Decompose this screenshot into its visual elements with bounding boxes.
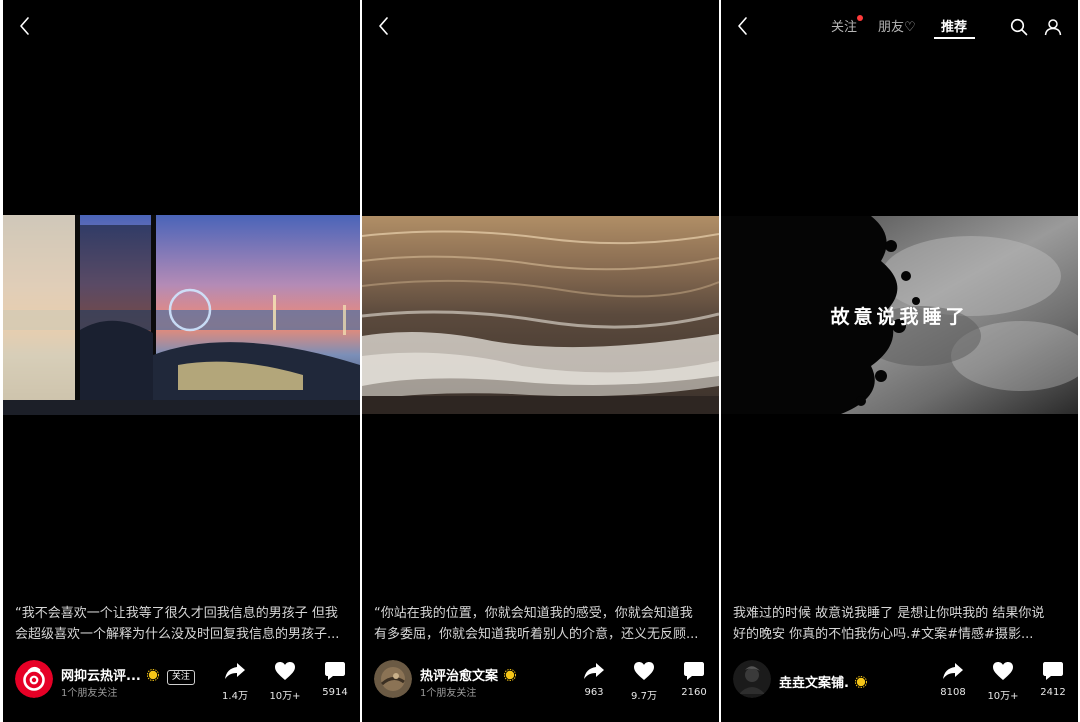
verified-badge-icon: [503, 668, 517, 682]
comment-button[interactable]: 2160: [669, 660, 719, 698]
share-arrow-icon: [928, 660, 978, 682]
author-name-text: 网抑云热评...: [61, 669, 141, 684]
action-bar: 1.4万 10万+ 5914: [210, 660, 360, 704]
video-panel-3[interactable]: 关注 朋友♡ 推荐 故意说我睡了 我难过的时候 故意说我睡了 是想让你哄我的 结…: [721, 0, 1078, 722]
description-line-2: 会超级喜欢一个解释为什么没及时回复我信息的男孩子...: [15, 627, 340, 642]
avatar[interactable]: [374, 660, 412, 698]
like-button[interactable]: 10万+: [978, 660, 1028, 702]
description-line-1: “我不会喜欢一个让我等了很久才回我信息的男孩子 但我: [15, 606, 338, 621]
share-arrow-icon: [210, 660, 260, 682]
comment-count: 2412: [1040, 687, 1066, 698]
profile-icon[interactable]: [1044, 18, 1062, 36]
share-arrow-icon: [569, 660, 619, 682]
author-name[interactable]: 垚垚文案铺.: [779, 672, 868, 691]
comment-bubble-icon: [310, 660, 360, 682]
active-tab-underline: [934, 37, 975, 39]
action-bar: 8108 10万+ 2412: [928, 660, 1078, 704]
comment-count: 5914: [322, 687, 348, 698]
tab-follow[interactable]: 关注: [831, 16, 857, 35]
heart-icon: [260, 660, 310, 682]
comment-bubble-icon: [669, 660, 719, 682]
notification-dot: [857, 15, 863, 21]
description-line-2: 有多委屈，你就会知道我听着别人的介意，还义无反顾...: [374, 627, 699, 642]
share-count: 963: [584, 687, 604, 698]
video-frame-sunset-window[interactable]: [3, 215, 360, 415]
heart-icon: [978, 660, 1028, 682]
video-panel-1[interactable]: “我不会喜欢一个让我等了很久才回我信息的男孩子 但我 会超级喜欢一个解释为什么没…: [3, 0, 360, 722]
author-name[interactable]: 热评治愈文案: [420, 665, 517, 684]
friends-followed-text: 1个朋友关注: [420, 688, 477, 699]
top-navigation: 关注 朋友♡ 推荐: [721, 15, 1078, 40]
heart-icon: [619, 660, 669, 682]
share-button[interactable]: 1.4万: [210, 660, 260, 702]
comment-button[interactable]: 2412: [1028, 660, 1078, 698]
video-description[interactable]: 我难过的时候 故意说我睡了 是想让你哄我的 结果你说 好的晚安 你真的不怕我伤心…: [733, 603, 1069, 645]
video-overlay-caption: 故意说我睡了: [830, 306, 969, 328]
avatar[interactable]: [15, 660, 53, 698]
video-description[interactable]: “你站在我的位置，你就会知道我的感受，你就会知道我 有多委屈，你就会知道我听着别…: [374, 603, 710, 645]
description-line-2: 好的晚安 你真的不怕我伤心吗.#文案#情感#摄影...: [733, 627, 1034, 642]
like-count: 10万+: [987, 691, 1019, 702]
video-panel-2[interactable]: “你站在我的位置，你就会知道我的感受，你就会知道我 有多委屈，你就会知道我听着别…: [362, 0, 719, 722]
share-count: 8108: [940, 687, 966, 698]
back-chevron-icon[interactable]: [15, 14, 35, 38]
like-button[interactable]: 10万+: [260, 660, 310, 702]
comment-bubble-icon: [1028, 660, 1078, 682]
verified-badge-icon: [146, 668, 159, 682]
screen: “我不会喜欢一个让我等了很久才回我信息的男孩子 但我 会超级喜欢一个解释为什么没…: [0, 0, 1080, 722]
share-button[interactable]: 963: [569, 660, 619, 698]
description-line-1: 我难过的时候 故意说我睡了 是想让你哄我的 结果你说: [733, 606, 1045, 621]
share-count: 1.4万: [222, 691, 248, 702]
action-bar: 963 9.7万 2160: [569, 660, 719, 704]
comment-button[interactable]: 5914: [310, 660, 360, 698]
verified-badge-icon: [854, 675, 868, 689]
like-count: 9.7万: [631, 691, 657, 702]
like-count: 10万+: [269, 691, 301, 702]
friends-followed-text: 1个朋友关注: [61, 688, 118, 699]
like-button[interactable]: 9.7万: [619, 660, 669, 702]
video-frame-ocean-waves[interactable]: [362, 216, 719, 414]
author-name[interactable]: 网抑云热评... 关注: [61, 665, 195, 685]
share-button[interactable]: 8108: [928, 660, 978, 698]
avatar[interactable]: [733, 660, 771, 698]
description-line-1: “你站在我的位置，你就会知道我的感受，你就会知道我: [374, 606, 693, 621]
back-chevron-icon[interactable]: [374, 14, 394, 38]
follow-button[interactable]: 关注: [166, 670, 195, 685]
tab-recommend[interactable]: 推荐: [941, 16, 967, 35]
author-name-text: 垚垚文案铺.: [779, 676, 849, 691]
search-icon[interactable]: [1010, 18, 1028, 36]
author-name-text: 热评治愈文案: [420, 669, 499, 684]
video-description[interactable]: “我不会喜欢一个让我等了很久才回我信息的男孩子 但我 会超级喜欢一个解释为什么没…: [15, 603, 351, 645]
comment-count: 2160: [681, 687, 707, 698]
tab-friends[interactable]: 朋友♡: [878, 16, 916, 35]
